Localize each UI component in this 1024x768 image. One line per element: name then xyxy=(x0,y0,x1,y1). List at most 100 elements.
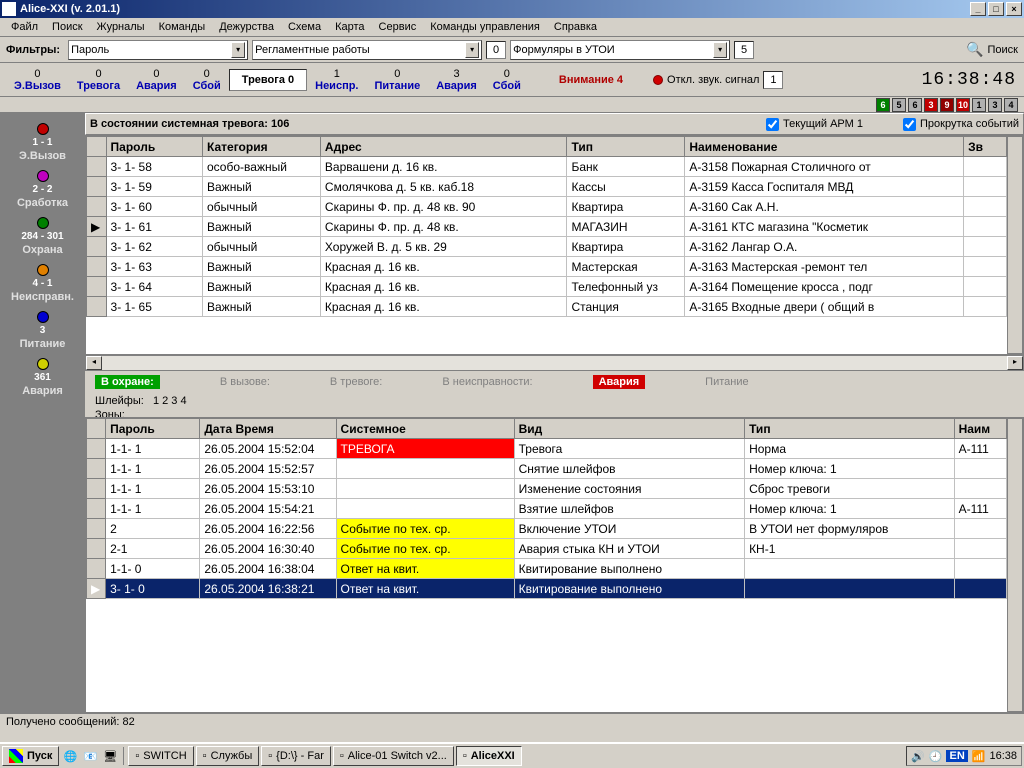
counter-Авария[interactable]: 0Авария xyxy=(128,68,185,92)
search-button[interactable]: 🔍 Поиск xyxy=(966,41,1018,58)
menu-Журналы[interactable]: Журналы xyxy=(90,19,152,35)
col-header[interactable]: Наименование xyxy=(685,137,964,157)
menu-Команды[interactable]: Команды xyxy=(152,19,213,35)
menu-Поиск[interactable]: Поиск xyxy=(45,19,89,35)
tray-icon[interactable]: 🔊 xyxy=(911,750,925,763)
table-row[interactable]: 3- 1- 64ВажныйКрасная д. 16 кв.Телефонны… xyxy=(87,277,1007,297)
table-row[interactable]: 1-1- 126.05.2004 15:52:04ТРЕВОГАТревогаН… xyxy=(87,439,1007,459)
col-header[interactable]: Вид xyxy=(514,419,744,439)
table-row[interactable]: 2-126.05.2004 16:30:40Событие по тех. ср… xyxy=(87,539,1007,559)
table-row[interactable]: 3- 1- 62обычныйХоружей В. д. 5 кв. 29Ква… xyxy=(87,237,1007,257)
indicator-box[interactable]: 4 xyxy=(1004,98,1018,112)
table-row[interactable]: 3- 1- 60обычныйСкарины Ф. пр. д. 48 кв. … xyxy=(87,197,1007,217)
vscroll-2[interactable] xyxy=(1007,418,1023,712)
search-icon: 🔍 xyxy=(966,41,983,58)
sound-toggle-label[interactable]: Откл. звук. сигнал xyxy=(667,74,759,86)
col-header[interactable]: Тип xyxy=(745,419,955,439)
sound-count: 1 xyxy=(763,71,783,89)
objects-table[interactable]: ПарольКатегорияАдресТипНаименованиеЗв3- … xyxy=(86,136,1007,317)
filter-combo-3[interactable]: Формуляры в УТОИ▾ xyxy=(510,40,730,60)
table-row[interactable]: 1-1- 126.05.2004 15:53:10Изменение состо… xyxy=(87,479,1007,499)
col-header[interactable]: Тип xyxy=(567,137,685,157)
filter-count-3: 5 xyxy=(734,41,754,59)
chevron-down-icon[interactable]: ▾ xyxy=(713,42,727,58)
filter-combo-1[interactable]: Пароль▾ xyxy=(68,40,248,60)
indicator-box[interactable]: 3 xyxy=(988,98,1002,112)
table-row[interactable]: ▶3- 1- 026.05.2004 16:38:21Ответ на квит… xyxy=(87,579,1007,599)
menu-Файл[interactable]: Файл xyxy=(4,19,45,35)
filter-combo-2[interactable]: Регламентные работы▾ xyxy=(252,40,482,60)
col-header[interactable]: Пароль xyxy=(106,137,202,157)
sidebar-item-Неисправн.[interactable]: 4 - 1Неисправн. xyxy=(0,260,85,307)
indicator-box[interactable]: 1 xyxy=(972,98,986,112)
menu-Карта[interactable]: Карта xyxy=(328,19,371,35)
col-header[interactable]: Адрес xyxy=(320,137,567,157)
table-row[interactable]: 3- 1- 65ВажныйКрасная д. 16 кв.СтанцияА-… xyxy=(87,297,1007,317)
counter-Сбой[interactable]: 0Сбой xyxy=(185,68,229,92)
indicator-box[interactable]: 6 xyxy=(876,98,890,112)
counter-Сбой[interactable]: 0Сбой xyxy=(485,68,529,92)
table-row[interactable]: 3- 1- 58особо-важныйВарвашени д. 16 кв.Б… xyxy=(87,157,1007,177)
col-header[interactable]: Наим xyxy=(954,419,1006,439)
taskbar-button[interactable]: ▫AliceXXI xyxy=(456,746,522,766)
indicator-box[interactable]: 9 xyxy=(940,98,954,112)
sidebar-item-Питание[interactable]: 3Питание xyxy=(0,307,85,354)
events-table[interactable]: ПарольДата ВремяСистемноеВидТипНаим1-1- … xyxy=(86,418,1007,599)
counter-Э.Вызов[interactable]: 0Э.Вызов xyxy=(6,68,69,92)
tray-icon[interactable]: 📶 xyxy=(972,750,986,763)
taskbar-button[interactable]: ▫Службы xyxy=(196,746,260,766)
table-row[interactable]: 226.05.2004 16:22:56Событие по тех. ср.В… xyxy=(87,519,1007,539)
close-button[interactable]: × xyxy=(1006,2,1022,16)
taskbar-button[interactable]: ▫Alice-01 Switch v2... xyxy=(333,746,454,766)
table-row[interactable]: 3- 1- 63ВажныйКрасная д. 16 кв.Мастерска… xyxy=(87,257,1007,277)
table-row[interactable]: ▶3- 1- 61ВажныйСкарины Ф. пр. д. 48 кв.М… xyxy=(87,217,1007,237)
hscroll[interactable]: ◂▸ xyxy=(85,355,1024,371)
indicator-box[interactable]: 3 xyxy=(924,98,938,112)
sidebar-item-Э.Вызов[interactable]: 1 - 1Э.Вызов xyxy=(0,119,85,166)
counter-Питание[interactable]: 0Питание xyxy=(367,68,429,92)
col-header[interactable]: Категория xyxy=(203,137,321,157)
menu-Сервис[interactable]: Сервис xyxy=(372,19,424,35)
taskbar: Пуск 🌐 📧 🖥 ▫SWITCH▫Службы▫{D:\} - Far▫Al… xyxy=(0,742,1024,768)
scroll-events-checkbox[interactable]: Прокрутка событий xyxy=(903,118,1019,131)
menu-Дежурства[interactable]: Дежурства xyxy=(212,19,281,35)
start-button[interactable]: Пуск xyxy=(2,746,59,766)
status-vyzove: В вызове: xyxy=(220,376,270,388)
menu-Команды управления[interactable]: Команды управления xyxy=(423,19,547,35)
taskbar-button[interactable]: ▫{D:\} - Far xyxy=(261,746,331,766)
quicklaunch-icon[interactable]: 📧 xyxy=(81,747,99,765)
current-arm-checkbox[interactable]: Текущий АРМ 1 xyxy=(766,118,863,131)
system-tray[interactable]: 🔊 🕘 EN 📶 16:38 xyxy=(906,746,1022,766)
vscroll[interactable] xyxy=(1007,136,1023,354)
col-header[interactable]: Дата Время xyxy=(200,419,336,439)
language-indicator[interactable]: EN xyxy=(946,750,967,762)
maximize-button[interactable]: □ xyxy=(988,2,1004,16)
table-row[interactable]: 3- 1- 59ВажныйСмолячкова д. 5 кв. каб.18… xyxy=(87,177,1007,197)
sidebar-item-Охрана[interactable]: 284 - 301Охрана xyxy=(0,213,85,260)
indicator-box[interactable]: 5 xyxy=(892,98,906,112)
quicklaunch-icon[interactable]: 🖥 xyxy=(101,747,119,765)
indicator-box[interactable]: 6 xyxy=(908,98,922,112)
col-header[interactable]: Пароль xyxy=(106,419,200,439)
alarm-panel-title: В состоянии системная тревога: 106 xyxy=(90,118,309,130)
table-row[interactable]: 1-1- 126.05.2004 15:52:57Снятие шлейфовН… xyxy=(87,459,1007,479)
counter-Неиспр.[interactable]: 1Неиспр. xyxy=(307,68,366,92)
col-header[interactable]: Системное xyxy=(336,419,514,439)
counter-Авария[interactable]: 3Авария xyxy=(428,68,485,92)
chevron-down-icon[interactable]: ▾ xyxy=(465,42,479,58)
indicator-box[interactable]: 10 xyxy=(956,98,970,112)
menu-Схема[interactable]: Схема xyxy=(281,19,328,35)
status-dot-icon xyxy=(37,264,49,276)
sidebar-item-Сработка[interactable]: 2 - 2Сработка xyxy=(0,166,85,213)
counter-Тревога[interactable]: 0Тревога xyxy=(69,68,128,92)
chevron-down-icon[interactable]: ▾ xyxy=(231,42,245,58)
quicklaunch-icon[interactable]: 🌐 xyxy=(61,747,79,765)
menu-Справка[interactable]: Справка xyxy=(547,19,604,35)
minimize-button[interactable]: _ xyxy=(970,2,986,16)
table-row[interactable]: 1-1- 026.05.2004 16:38:04Ответ на квит.К… xyxy=(87,559,1007,579)
sidebar-item-Авария[interactable]: 361Авария xyxy=(0,354,85,401)
taskbar-button[interactable]: ▫SWITCH xyxy=(128,746,193,766)
tray-icon[interactable]: 🕘 xyxy=(929,750,943,763)
table-row[interactable]: 1-1- 126.05.2004 15:54:21Взятие шлейфовН… xyxy=(87,499,1007,519)
col-header[interactable]: Зв xyxy=(964,137,1007,157)
